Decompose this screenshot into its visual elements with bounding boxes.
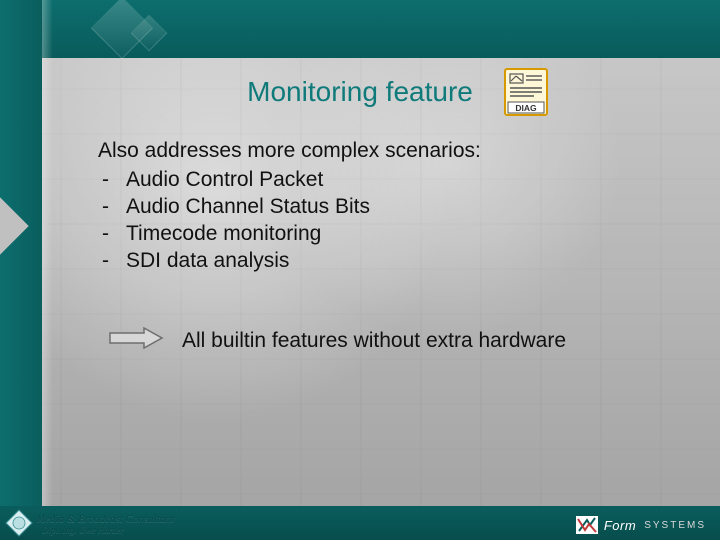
slide: Monitoring feature DIAG Also addresses m… — [0, 0, 720, 540]
bullet-list: - Audio Control Packet - Audio Channel S… — [98, 167, 660, 275]
bullet-text: Audio Control Packet — [126, 167, 323, 194]
consultant-line2: Dipl. Ing. Uwe Harder — [42, 526, 174, 535]
bullet-text: SDI data analysis — [126, 248, 289, 275]
consultant-logo-icon — [4, 508, 34, 538]
bullet-dash: - — [98, 194, 126, 221]
brand-logo: Form SYSTEMS — [576, 516, 706, 534]
list-item: - Timecode monitoring — [98, 221, 660, 248]
consultant-credit: Media & Broadcast Consultant Dipl. Ing. … — [36, 514, 174, 535]
brand-mark-icon — [576, 516, 598, 534]
band-decor — [100, 6, 170, 52]
bullet-text: Audio Channel Status Bits — [126, 194, 370, 221]
arrow-right-icon — [108, 326, 164, 356]
consultant-line1: Media & Broadcast Consultant — [36, 514, 174, 526]
diag-icon-label: DIAG — [515, 103, 537, 113]
brand-name: Form — [604, 518, 636, 533]
bullet-dash: - — [98, 167, 126, 194]
slide-title: Monitoring feature — [60, 76, 660, 108]
brand-suffix: SYSTEMS — [644, 520, 706, 531]
list-item: - Audio Channel Status Bits — [98, 194, 660, 221]
diag-icon: DIAG — [504, 68, 548, 116]
slide-body: Also addresses more complex scenarios: -… — [98, 138, 660, 274]
left-stripe-highlight — [42, 0, 54, 540]
intro-text: Also addresses more complex scenarios: — [98, 138, 660, 165]
callout-text: All builtin features without extra hardw… — [182, 329, 566, 353]
bullet-dash: - — [98, 248, 126, 275]
bullet-dash: - — [98, 221, 126, 248]
left-stripe — [0, 0, 42, 540]
list-item: - SDI data analysis — [98, 248, 660, 275]
bullet-text: Timecode monitoring — [126, 221, 321, 248]
callout-row: All builtin features without extra hardw… — [108, 326, 670, 356]
list-item: - Audio Control Packet — [98, 167, 660, 194]
